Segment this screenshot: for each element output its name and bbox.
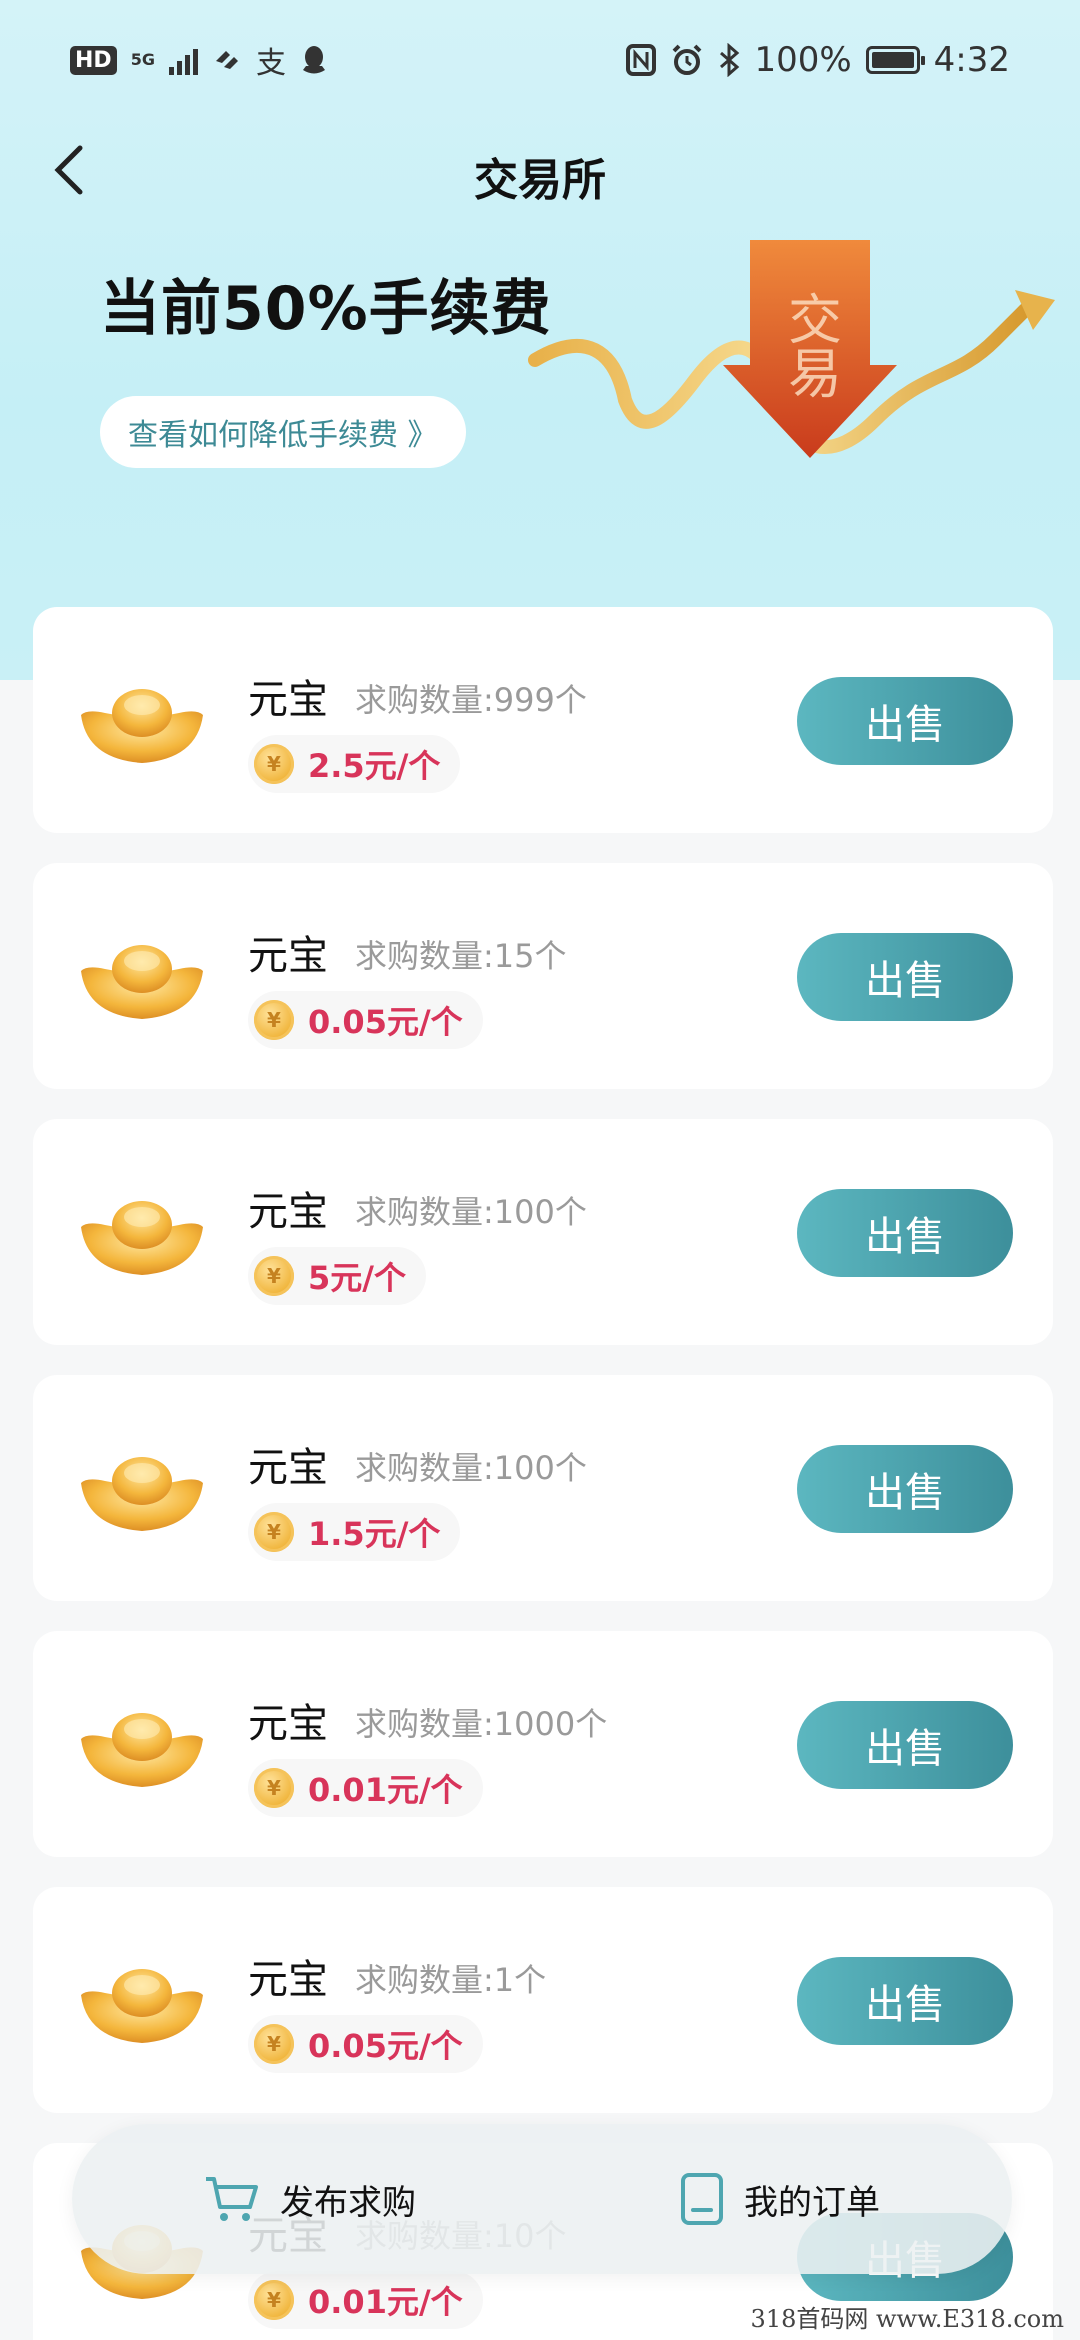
request-quantity: 求购数量:15个 bbox=[355, 937, 567, 975]
gold-ingot-icon bbox=[81, 945, 203, 1019]
status-bar: HD 5G 支 100% 4:32 bbox=[0, 0, 1080, 120]
battery-percent: 100% bbox=[754, 40, 852, 80]
signal-icon bbox=[168, 45, 198, 75]
bluetooth-icon bbox=[720, 43, 740, 77]
sell-button[interactable]: 出售 bbox=[797, 1701, 1013, 1789]
sell-button[interactable]: 出售 bbox=[797, 933, 1013, 1021]
unit-price: 0.01元/个 bbox=[308, 1771, 463, 1809]
gold-ingot-icon bbox=[81, 1969, 203, 2043]
unit-price: 0.05元/个 bbox=[308, 2027, 463, 2065]
nfc-icon bbox=[626, 44, 657, 76]
fee-headline: 当前50%手续费 bbox=[100, 274, 552, 344]
qq-icon bbox=[302, 46, 325, 74]
bottom-action-bar: 发布求购 我的订单 bbox=[72, 2124, 1012, 2274]
request-quantity: 求购数量:1000个 bbox=[355, 1705, 608, 1743]
request-quantity: 求购数量:1个 bbox=[355, 1961, 547, 1999]
status-right: 100% 4:32 bbox=[626, 40, 1010, 80]
item-name: 元宝 bbox=[248, 1957, 328, 2003]
app-notification-icon bbox=[215, 51, 238, 69]
list-item: 元宝 求购数量:100个 ¥ 5元/个 出售 bbox=[33, 1119, 1053, 1345]
sell-button[interactable]: 出售 bbox=[797, 1957, 1013, 2045]
status-left: HD 5G 支 bbox=[70, 38, 328, 82]
price-pill: ¥ 1.5元/个 bbox=[248, 1503, 461, 1561]
item-name: 元宝 bbox=[248, 1701, 328, 1747]
post-request-button[interactable]: 发布求购 bbox=[204, 2173, 416, 2225]
request-quantity: 求购数量:999个 bbox=[355, 681, 587, 719]
cart-icon bbox=[206, 2177, 258, 2221]
price-pill: ¥ 2.5元/个 bbox=[248, 735, 461, 793]
item-name: 元宝 bbox=[248, 1189, 328, 1235]
price-pill: ¥ 0.01元/个 bbox=[248, 1759, 483, 1817]
request-quantity: 求购数量:100个 bbox=[355, 1193, 587, 1231]
coin-icon: ¥ bbox=[254, 1768, 294, 1808]
request-quantity: 求购数量:100个 bbox=[355, 1449, 587, 1487]
coin-icon: ¥ bbox=[254, 744, 294, 784]
item-name: 元宝 bbox=[248, 933, 328, 979]
my-orders-label: 我的订单 bbox=[744, 2182, 880, 2223]
unit-price: 1.5元/个 bbox=[308, 1515, 441, 1553]
unit-price: 0.01元/个 bbox=[308, 2283, 463, 2321]
coin-icon: ¥ bbox=[254, 2024, 294, 2064]
coin-icon: ¥ bbox=[254, 1512, 294, 1552]
hd-icon: HD bbox=[70, 45, 117, 75]
gold-ingot-icon bbox=[81, 1201, 203, 1275]
page-title: 交易所 bbox=[474, 155, 606, 206]
buy-request-list: 元宝 求购数量:999个 ¥ 2.5元/个 出售 元宝 求购数量:15个 ¥ 0… bbox=[33, 607, 1053, 2340]
item-name: 元宝 bbox=[248, 1445, 328, 1491]
gold-ingot-icon bbox=[81, 1713, 203, 1787]
list-item: 元宝 求购数量:100个 ¥ 1.5元/个 出售 bbox=[33, 1375, 1053, 1601]
alarm-icon bbox=[673, 44, 702, 75]
nav-bar: 交易所 bbox=[0, 120, 1080, 220]
sell-button[interactable]: 出售 bbox=[797, 1189, 1013, 1277]
gold-ingot-icon bbox=[81, 689, 203, 763]
post-request-label: 发布求购 bbox=[280, 2182, 416, 2223]
coin-icon: ¥ bbox=[254, 2280, 294, 2320]
network-type: 5G bbox=[130, 50, 155, 69]
list-item: 元宝 求购数量:15个 ¥ 0.05元/个 出售 bbox=[33, 863, 1053, 1089]
sell-button[interactable]: 出售 bbox=[797, 677, 1013, 765]
list-item: 元宝 求购数量:1个 ¥ 0.05元/个 出售 bbox=[33, 1887, 1053, 2113]
unit-price: 5元/个 bbox=[308, 1259, 406, 1297]
trade-arrow-illustration: 交易 bbox=[528, 240, 1055, 458]
price-pill: ¥ 0.01元/个 bbox=[248, 2271, 483, 2329]
art-text: 交易 bbox=[779, 291, 842, 399]
unit-price: 2.5元/个 bbox=[308, 747, 441, 785]
my-orders-button[interactable]: 我的订单 bbox=[680, 2172, 880, 2226]
clock: 4:32 bbox=[933, 40, 1010, 80]
coin-icon: ¥ bbox=[254, 1000, 294, 1040]
price-pill: ¥ 0.05元/个 bbox=[248, 2015, 483, 2073]
reduce-fee-link[interactable]: 查看如何降低手续费 》 bbox=[100, 396, 466, 468]
gold-ingot-icon bbox=[81, 1457, 203, 1531]
price-pill: ¥ 5元/个 bbox=[248, 1247, 426, 1305]
order-document-icon bbox=[681, 2173, 723, 2225]
coin-icon: ¥ bbox=[254, 1256, 294, 1296]
price-pill: ¥ 0.05元/个 bbox=[248, 991, 483, 1049]
item-name: 元宝 bbox=[248, 677, 328, 723]
watermark: 318首码网 www.E318.com bbox=[750, 2305, 1064, 2333]
battery-icon bbox=[865, 46, 925, 74]
list-item: 元宝 求购数量:1000个 ¥ 0.01元/个 出售 bbox=[33, 1631, 1053, 1857]
alipay-icon: 支 bbox=[255, 46, 286, 81]
list-item: 元宝 求购数量:999个 ¥ 2.5元/个 出售 bbox=[33, 607, 1053, 833]
unit-price: 0.05元/个 bbox=[308, 1003, 463, 1041]
sell-button[interactable]: 出售 bbox=[797, 1445, 1013, 1533]
